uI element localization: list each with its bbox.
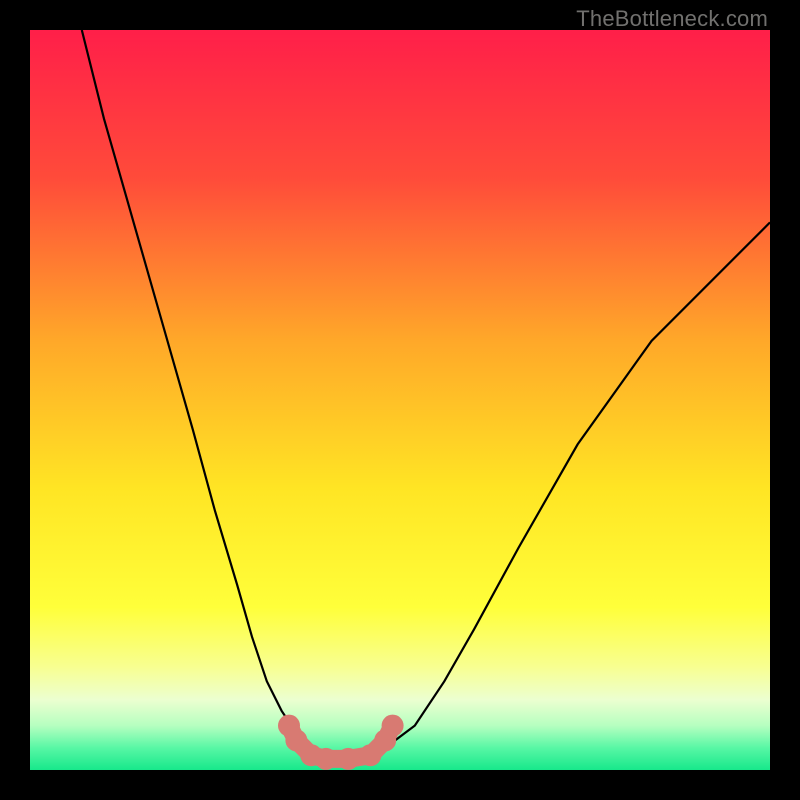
- curve-layer: [30, 30, 770, 770]
- minimum-highlight: [278, 715, 404, 770]
- bottleneck-curve: [82, 30, 770, 755]
- chart-frame: TheBottleneck.com: [0, 0, 800, 800]
- watermark-text: TheBottleneck.com: [576, 6, 768, 32]
